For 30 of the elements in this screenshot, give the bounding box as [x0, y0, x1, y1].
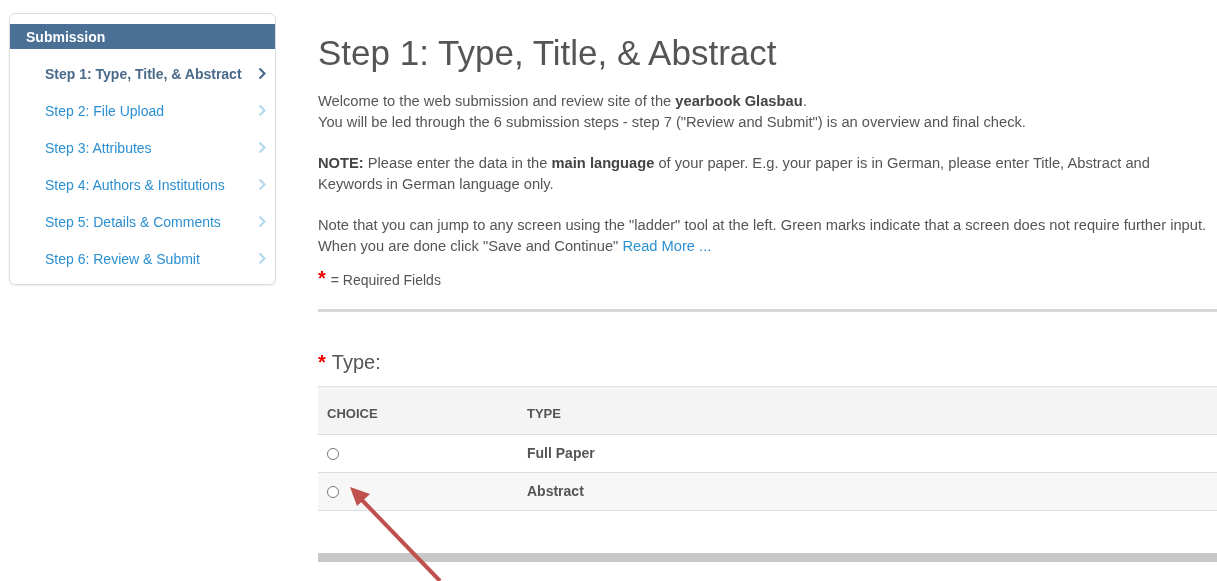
instruction-text: When you are done click "Save and Continue" Read More ... — [318, 236, 713, 256]
radio-button[interactable] — [327, 447, 339, 460]
sidebar-step-link[interactable]: Step 6: Review & Submit — [10, 240, 275, 277]
chevron-icon — [258, 141, 266, 154]
required-asterisk: * — [318, 351, 326, 372]
chevron-icon — [258, 252, 266, 265]
page-title: Step 1: Type, Title, & Abstract — [318, 33, 778, 73]
table-cell: Full Paper — [518, 434, 1217, 473]
intro-text: You will be led through the 6 submission steps - step 7 ("Review and Submit") is an overview and final check. — [318, 112, 1027, 132]
sidebar-step-link[interactable]: Step 1: Type, Title, & Abstract — [10, 55, 275, 92]
chevron-icon — [258, 104, 266, 117]
sidebar-step-link[interactable]: Step 2: File Upload — [10, 92, 275, 129]
table-cell: Abstract — [518, 472, 1217, 511]
chevron-icon — [258, 67, 266, 80]
instruction-text: Note that you can jump to any screen using the "ladder" tool at the left. Green marks indicate that a screen does not require further input. — [318, 216, 1208, 235]
sidebar-step-link[interactable]: Step 4: Authors & Institutions — [10, 166, 275, 203]
chevron-icon — [258, 215, 266, 228]
column-header: CHOICE — [318, 386, 518, 435]
note-text: NOTE: Please enter the data in the main language of your paper. E.g. your paper is in German, please enter Title, Abstract and Keywords in German language only. — [318, 154, 1151, 194]
sidebar-step-link[interactable]: Step 5: Details & Comments — [10, 203, 275, 240]
required-asterisk: * — [318, 268, 326, 289]
radio-button[interactable] — [327, 485, 339, 498]
read-more-link[interactable]: Read More ... — [622, 237, 712, 254]
chevron-icon — [258, 178, 266, 191]
sidebar-header: Submission — [10, 24, 275, 49]
section-label: Type: — [331, 351, 381, 372]
sidebar-step-link[interactable]: Step 3: Attributes — [10, 129, 275, 166]
required-legend: = Required Fields — [330, 270, 441, 291]
intro-text: Welcome to the web submission and review site of the yearbook Glasbau. — [318, 92, 808, 111]
column-header: TYPE — [518, 386, 1217, 435]
